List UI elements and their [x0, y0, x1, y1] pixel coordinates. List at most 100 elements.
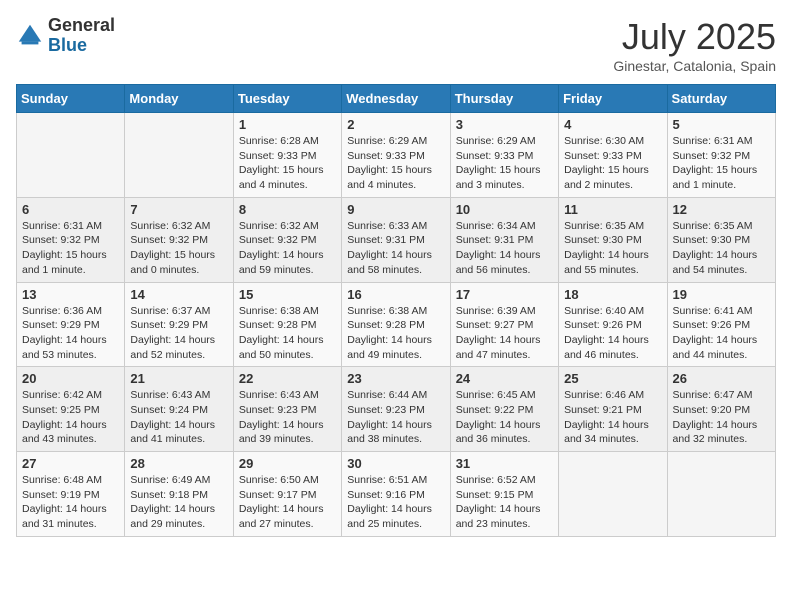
day-number: 7 — [130, 202, 227, 217]
day-info: Sunrise: 6:32 AM Sunset: 9:32 PM Dayligh… — [239, 219, 336, 278]
day-info: Sunrise: 6:41 AM Sunset: 9:26 PM Dayligh… — [673, 304, 770, 363]
day-number: 19 — [673, 287, 770, 302]
day-number: 15 — [239, 287, 336, 302]
day-info: Sunrise: 6:28 AM Sunset: 9:33 PM Dayligh… — [239, 134, 336, 193]
day-info: Sunrise: 6:51 AM Sunset: 9:16 PM Dayligh… — [347, 473, 444, 532]
day-number: 27 — [22, 456, 119, 471]
day-number: 12 — [673, 202, 770, 217]
day-info: Sunrise: 6:44 AM Sunset: 9:23 PM Dayligh… — [347, 388, 444, 447]
logo-general-text: General — [48, 16, 115, 36]
day-number: 20 — [22, 371, 119, 386]
calendar-cell: 21Sunrise: 6:43 AM Sunset: 9:24 PM Dayli… — [125, 367, 233, 452]
calendar-header-monday: Monday — [125, 85, 233, 113]
calendar-cell — [125, 113, 233, 198]
day-info: Sunrise: 6:48 AM Sunset: 9:19 PM Dayligh… — [22, 473, 119, 532]
day-number: 18 — [564, 287, 661, 302]
logo-icon — [16, 22, 44, 50]
header: General Blue July 2025 Ginestar, Catalon… — [16, 16, 776, 74]
calendar-header-friday: Friday — [559, 85, 667, 113]
calendar-cell: 15 Sunrise: 6:38 AM Sunset: 9:28 PM Dayli… — [233, 282, 341, 367]
day-info: Sunrise: 6:36 AM Sunset: 9:29 PM Dayligh… — [22, 304, 119, 363]
day-info: Sunrise: 6:39 AM Sunset: 9:27 PM Dayligh… — [456, 304, 553, 363]
logo-blue-text: Blue — [48, 36, 115, 56]
day-number: 25 — [564, 371, 661, 386]
day-number: 1 — [239, 117, 336, 132]
day-info: Sunrise: 6:49 AM Sunset: 9:18 PM Dayligh… — [130, 473, 227, 532]
day-info: Sunrise: 6:52 AM Sunset: 9:15 PM Dayligh… — [456, 473, 553, 532]
day-number: 31 — [456, 456, 553, 471]
day-number: 14 — [130, 287, 227, 302]
day-info: Sunrise: 6:35 AM Sunset: 9:30 PM Dayligh… — [673, 219, 770, 278]
calendar-header-wednesday: Wednesday — [342, 85, 450, 113]
day-number: 11 — [564, 202, 661, 217]
day-info: Sunrise: 6:47 AM Sunset: 9:20 PM Dayligh… — [673, 388, 770, 447]
calendar-header-tuesday: Tuesday — [233, 85, 341, 113]
day-info: Sunrise: 6:42 AM Sunset: 9:25 PM Dayligh… — [22, 388, 119, 447]
location-subtitle: Ginestar, Catalonia, Spain — [613, 58, 776, 74]
day-info: Sunrise: 6:45 AM Sunset: 9:22 PM Dayligh… — [456, 388, 553, 447]
calendar-cell: 13Sunrise: 6:36 AM Sunset: 9:29 PM Dayli… — [17, 282, 125, 367]
calendar-cell: 12 Sunrise: 6:35 AM Sunset: 9:30 PM Dayli… — [667, 197, 775, 282]
calendar-cell: 22 Sunrise: 6:43 AM Sunset: 9:23 PM Dayli… — [233, 367, 341, 452]
calendar-cell — [17, 113, 125, 198]
day-info: Sunrise: 6:43 AM Sunset: 9:23 PM Dayligh… — [239, 388, 336, 447]
day-number: 29 — [239, 456, 336, 471]
day-number: 8 — [239, 202, 336, 217]
day-info: Sunrise: 6:38 AM Sunset: 9:28 PM Dayligh… — [347, 304, 444, 363]
day-number: 2 — [347, 117, 444, 132]
calendar-cell: 27 Sunrise: 6:48 AM Sunset: 9:19 PM Dayli… — [17, 452, 125, 537]
day-number: 6 — [22, 202, 119, 217]
calendar-cell: 28Sunrise: 6:49 AM Sunset: 9:18 PM Dayli… — [125, 452, 233, 537]
calendar-cell — [559, 452, 667, 537]
day-number: 23 — [347, 371, 444, 386]
day-info: Sunrise: 6:37 AM Sunset: 9:29 PM Dayligh… — [130, 304, 227, 363]
day-info: Sunrise: 6:33 AM Sunset: 9:31 PM Dayligh… — [347, 219, 444, 278]
day-info: Sunrise: 6:38 AM Sunset: 9:28 PM Dayligh… — [239, 304, 336, 363]
calendar-header-row: SundayMondayTuesdayWednesdayThursdayFrid… — [17, 85, 776, 113]
calendar-cell: 4 Sunrise: 6:30 AM Sunset: 9:33 PM Daylig… — [559, 113, 667, 198]
calendar-cell: 26Sunrise: 6:47 AM Sunset: 9:20 PM Dayli… — [667, 367, 775, 452]
calendar-cell: 3Sunrise: 6:29 AM Sunset: 9:33 PM Daylig… — [450, 113, 558, 198]
day-number: 4 — [564, 117, 661, 132]
day-info: Sunrise: 6:43 AM Sunset: 9:24 PM Dayligh… — [130, 388, 227, 447]
day-info: Sunrise: 6:46 AM Sunset: 9:21 PM Dayligh… — [564, 388, 661, 447]
day-number: 24 — [456, 371, 553, 386]
day-number: 30 — [347, 456, 444, 471]
logo-text: General Blue — [48, 16, 115, 56]
calendar-week-row: 6 Sunrise: 6:31 AM Sunset: 9:32 PM Daylig… — [17, 197, 776, 282]
day-info: Sunrise: 6:30 AM Sunset: 9:33 PM Dayligh… — [564, 134, 661, 193]
calendar-week-row: 27 Sunrise: 6:48 AM Sunset: 9:19 PM Dayli… — [17, 452, 776, 537]
calendar-week-row: 13Sunrise: 6:36 AM Sunset: 9:29 PM Dayli… — [17, 282, 776, 367]
day-number: 22 — [239, 371, 336, 386]
logo: General Blue — [16, 16, 115, 56]
calendar-cell: 7 Sunrise: 6:32 AM Sunset: 9:32 PM Daylig… — [125, 197, 233, 282]
calendar-cell: 14 Sunrise: 6:37 AM Sunset: 9:29 PM Dayli… — [125, 282, 233, 367]
day-number: 9 — [347, 202, 444, 217]
calendar-cell: 10Sunrise: 6:34 AM Sunset: 9:31 PM Dayli… — [450, 197, 558, 282]
day-number: 3 — [456, 117, 553, 132]
title-area: July 2025 Ginestar, Catalonia, Spain — [613, 16, 776, 74]
day-number: 16 — [347, 287, 444, 302]
day-info: Sunrise: 6:32 AM Sunset: 9:32 PM Dayligh… — [130, 219, 227, 278]
calendar-cell: 9 Sunrise: 6:33 AM Sunset: 9:31 PM Daylig… — [342, 197, 450, 282]
calendar-cell: 16 Sunrise: 6:38 AM Sunset: 9:28 PM Dayli… — [342, 282, 450, 367]
calendar-week-row: 20 Sunrise: 6:42 AM Sunset: 9:25 PM Dayli… — [17, 367, 776, 452]
day-info: Sunrise: 6:40 AM Sunset: 9:26 PM Dayligh… — [564, 304, 661, 363]
calendar-cell: 29 Sunrise: 6:50 AM Sunset: 9:17 PM Dayli… — [233, 452, 341, 537]
day-info: Sunrise: 6:29 AM Sunset: 9:33 PM Dayligh… — [347, 134, 444, 193]
calendar-cell: 17Sunrise: 6:39 AM Sunset: 9:27 PM Dayli… — [450, 282, 558, 367]
day-number: 5 — [673, 117, 770, 132]
day-info: Sunrise: 6:34 AM Sunset: 9:31 PM Dayligh… — [456, 219, 553, 278]
calendar-cell: 6 Sunrise: 6:31 AM Sunset: 9:32 PM Daylig… — [17, 197, 125, 282]
calendar-header-saturday: Saturday — [667, 85, 775, 113]
day-info: Sunrise: 6:31 AM Sunset: 9:32 PM Dayligh… — [22, 219, 119, 278]
calendar-cell — [667, 452, 775, 537]
calendar-cell: 18 Sunrise: 6:40 AM Sunset: 9:26 PM Dayli… — [559, 282, 667, 367]
calendar-week-row: 1 Sunrise: 6:28 AM Sunset: 9:33 PM Daylig… — [17, 113, 776, 198]
calendar-cell: 8 Sunrise: 6:32 AM Sunset: 9:32 PM Daylig… — [233, 197, 341, 282]
calendar-cell: 31 Sunrise: 6:52 AM Sunset: 9:15 PM Dayli… — [450, 452, 558, 537]
calendar-cell: 1 Sunrise: 6:28 AM Sunset: 9:33 PM Daylig… — [233, 113, 341, 198]
calendar-cell: 19 Sunrise: 6:41 AM Sunset: 9:26 PM Dayli… — [667, 282, 775, 367]
day-info: Sunrise: 6:50 AM Sunset: 9:17 PM Dayligh… — [239, 473, 336, 532]
calendar-cell: 25 Sunrise: 6:46 AM Sunset: 9:21 PM Dayli… — [559, 367, 667, 452]
